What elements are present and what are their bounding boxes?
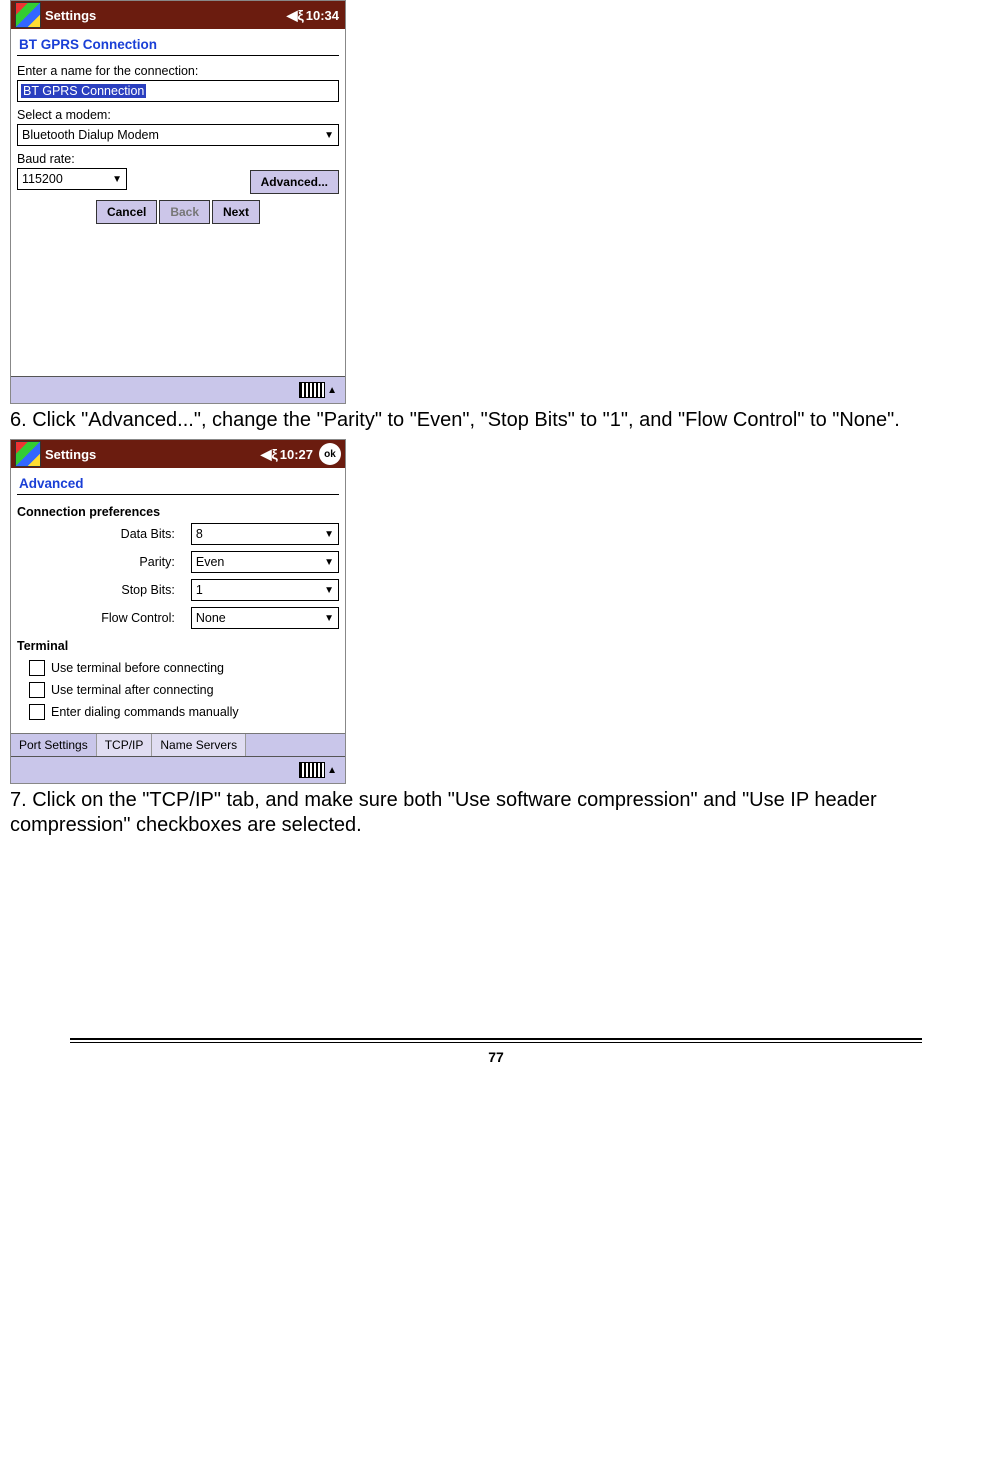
up-arrow-icon[interactable]: ▲ xyxy=(327,765,337,776)
flow-control-label: Flow Control: xyxy=(17,611,191,625)
clock: 10:34 xyxy=(306,8,339,23)
title-bar: Settings ◀ξ 10:27 ok xyxy=(11,440,345,468)
stop-bits-select[interactable]: 1 ▼ xyxy=(191,579,339,601)
stop-bits-value: 1 xyxy=(196,583,203,597)
connection-preferences-header: Connection preferences xyxy=(17,501,339,523)
data-bits-label: Data Bits: xyxy=(17,527,191,541)
parity-value: Even xyxy=(196,555,225,569)
parity-label: Parity: xyxy=(17,555,191,569)
sip-bar: ▲ xyxy=(11,376,345,403)
keyboard-icon[interactable] xyxy=(299,762,325,778)
manual-dial-label: Enter dialing commands manually xyxy=(51,705,239,719)
tab-tcpip[interactable]: TCP/IP xyxy=(97,734,153,756)
chevron-down-icon: ▼ xyxy=(324,130,334,141)
chevron-down-icon: ▼ xyxy=(112,174,122,185)
start-icon[interactable] xyxy=(15,441,41,467)
flow-control-value: None xyxy=(196,611,226,625)
tab-name-servers[interactable]: Name Servers xyxy=(152,734,246,756)
terminal-after-checkbox[interactable] xyxy=(29,682,45,698)
terminal-header: Terminal xyxy=(17,635,339,657)
volume-icon[interactable]: ◀ξ xyxy=(287,7,304,24)
sip-bar: ▲ xyxy=(11,756,345,783)
tab-port-settings[interactable]: Port Settings xyxy=(11,734,97,756)
terminal-before-label: Use terminal before connecting xyxy=(51,661,224,675)
chevron-down-icon: ▼ xyxy=(324,613,334,624)
screen-heading: Advanced xyxy=(17,472,339,494)
page-number: 77 xyxy=(10,1049,982,1065)
chevron-down-icon: ▼ xyxy=(324,557,334,568)
name-label: Enter a name for the connection: xyxy=(17,62,339,80)
data-bits-value: 8 xyxy=(196,527,203,541)
device-screenshot-2: Settings ◀ξ 10:27 ok Advanced Connection… xyxy=(10,439,346,784)
keyboard-icon[interactable] xyxy=(299,382,325,398)
baud-label: Baud rate: xyxy=(17,150,339,168)
chevron-down-icon: ▼ xyxy=(324,529,334,540)
back-button: Back xyxy=(159,200,210,224)
ok-button[interactable]: ok xyxy=(319,443,341,465)
baud-value: 115200 xyxy=(22,172,63,186)
instruction-step-7: 7. Click on the "TCP/IP" tab, and make s… xyxy=(10,788,982,838)
connection-name-input[interactable]: BT GPRS Connection xyxy=(17,80,339,102)
volume-icon[interactable]: ◀ξ xyxy=(261,446,278,463)
chevron-down-icon: ▼ xyxy=(324,585,334,596)
modem-select[interactable]: Bluetooth Dialup Modem ▼ xyxy=(17,124,339,146)
modem-value: Bluetooth Dialup Modem xyxy=(22,128,159,142)
footer-divider xyxy=(70,1038,922,1043)
flow-control-select[interactable]: None ▼ xyxy=(191,607,339,629)
terminal-before-checkbox[interactable] xyxy=(29,660,45,676)
data-bits-select[interactable]: 8 ▼ xyxy=(191,523,339,545)
modem-label: Select a modem: xyxy=(17,106,339,124)
manual-dial-checkbox[interactable] xyxy=(29,704,45,720)
parity-select[interactable]: Even ▼ xyxy=(191,551,339,573)
terminal-after-label: Use terminal after connecting xyxy=(51,683,214,697)
tab-bar: Port Settings TCP/IP Name Servers xyxy=(11,733,345,756)
connection-name-value: BT GPRS Connection xyxy=(21,84,146,98)
device-screenshot-1: Settings ◀ξ 10:34 BT GPRS Connection Ent… xyxy=(10,0,346,404)
up-arrow-icon[interactable]: ▲ xyxy=(327,385,337,396)
clock: 10:27 xyxy=(280,447,313,462)
instruction-step-6: 6. Click "Advanced...", change the "Pari… xyxy=(10,408,982,433)
stop-bits-label: Stop Bits: xyxy=(17,583,191,597)
app-title: Settings xyxy=(45,8,96,23)
cancel-button[interactable]: Cancel xyxy=(96,200,157,224)
next-button[interactable]: Next xyxy=(212,200,260,224)
start-icon[interactable] xyxy=(15,2,41,28)
title-bar: Settings ◀ξ 10:34 xyxy=(11,1,345,29)
advanced-button[interactable]: Advanced... xyxy=(250,170,339,194)
baud-select[interactable]: 115200 ▼ xyxy=(17,168,127,190)
app-title: Settings xyxy=(45,447,96,462)
screen-heading: BT GPRS Connection xyxy=(17,33,339,55)
